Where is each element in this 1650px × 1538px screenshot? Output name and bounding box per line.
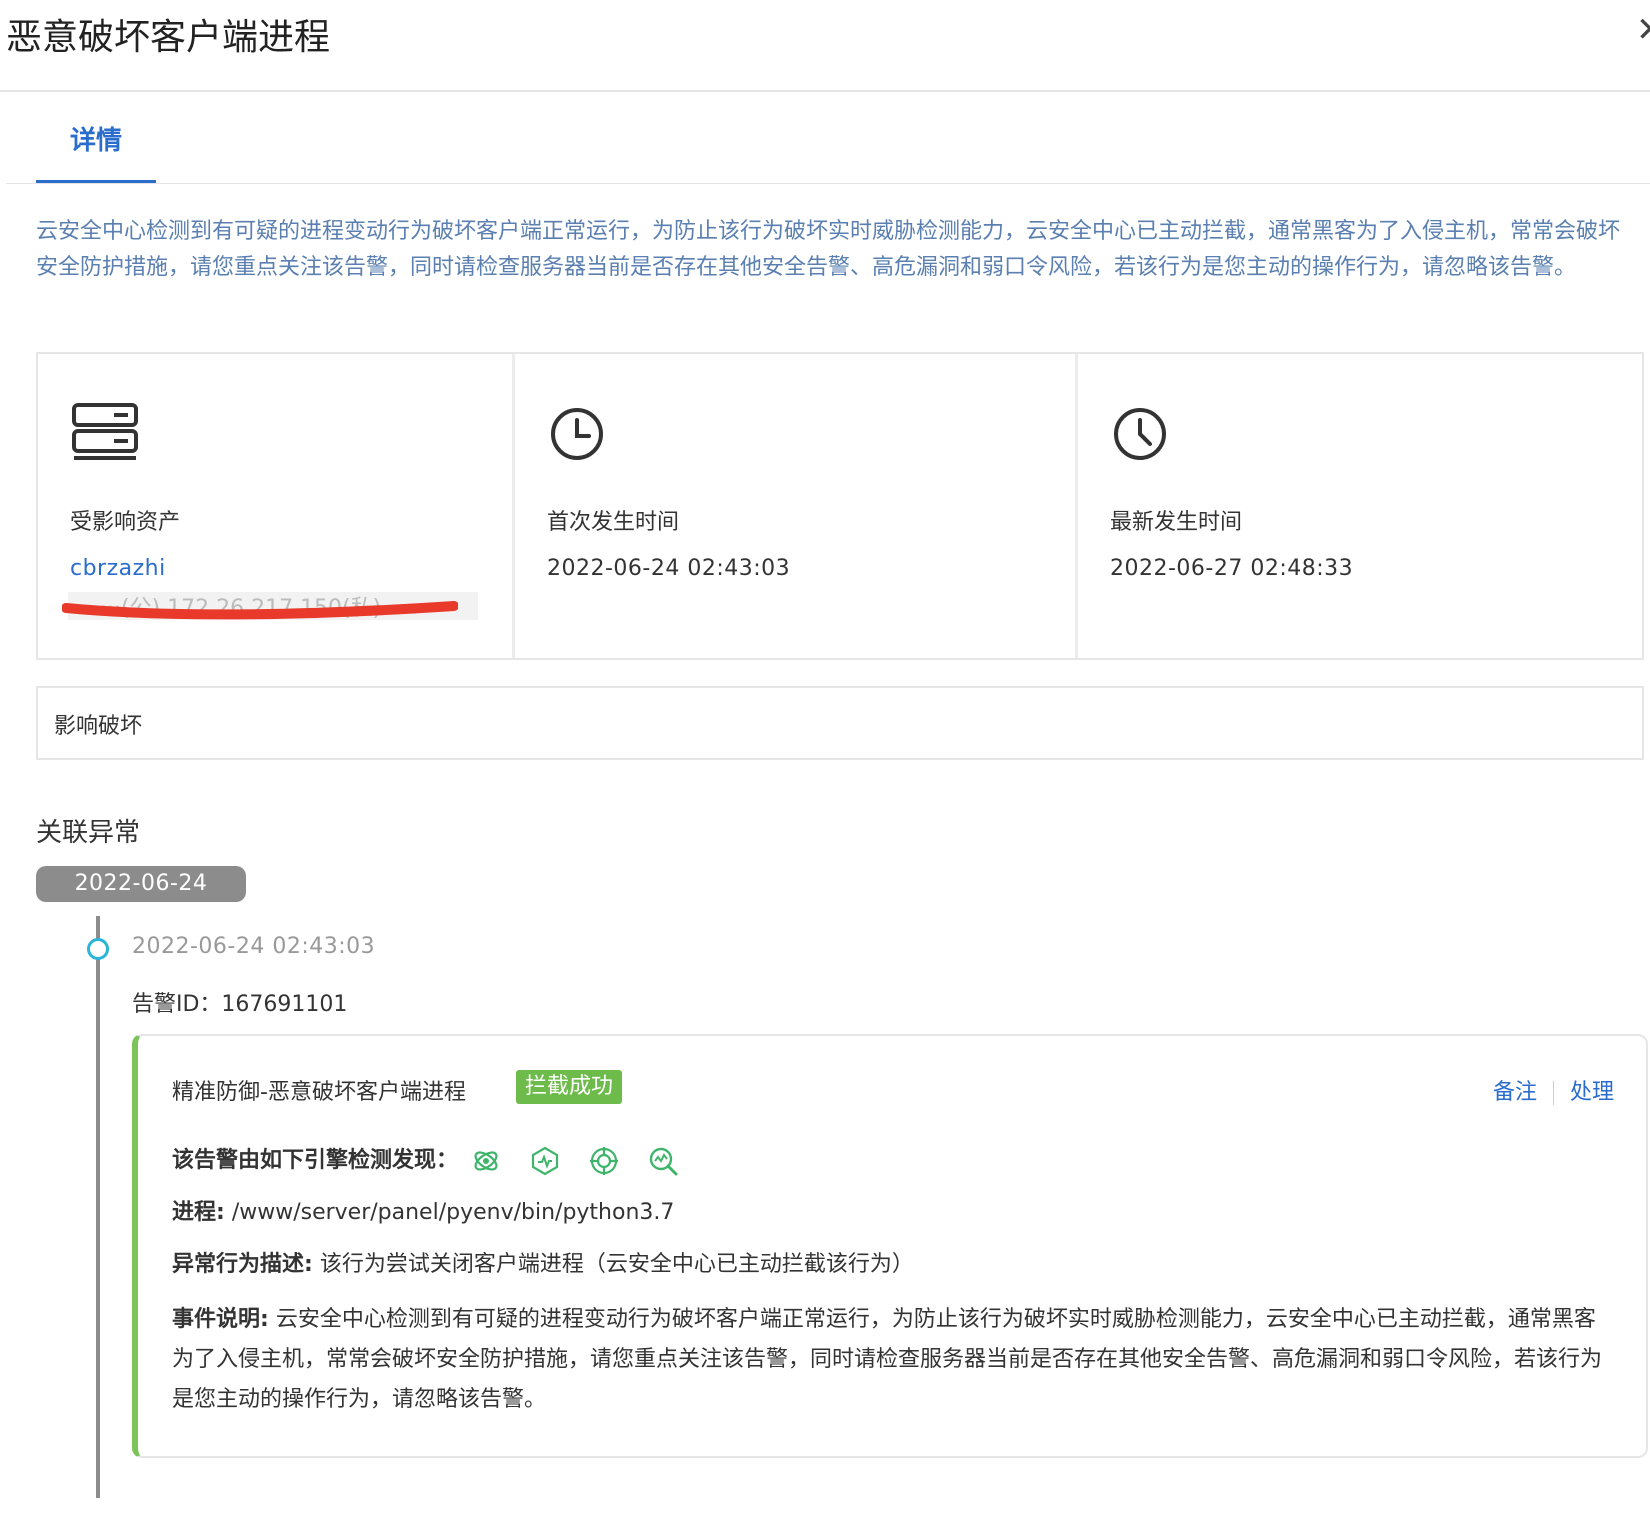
- summary-cards: 受影响资产 cbrzazhi ·······(公) 172.26.217.150…: [36, 352, 1644, 660]
- engine-icons: [471, 1146, 700, 1176]
- first-occurrence-card: 首次发生时间 2022-06-24 02:43:03: [515, 354, 1078, 658]
- event-time: 2022-06-24 02:43:03: [132, 934, 376, 959]
- engines-label: 该告警由如下引擎检测发现：: [172, 1148, 459, 1173]
- timeline-line: [96, 916, 100, 1498]
- behavior-value: 该行为尝试关闭客户端进程（云安全中心已主动拦截该行为）: [319, 1252, 914, 1277]
- handle-button[interactable]: 处理: [1570, 1080, 1614, 1105]
- redaction-mark: [61, 600, 459, 626]
- timeline-dot: [87, 938, 109, 960]
- latest-occurrence-card: 最新发生时间 2022-06-27 02:48:33: [1078, 354, 1642, 658]
- analysis-engine-icon[interactable]: [648, 1146, 678, 1176]
- rule-engine-icon[interactable]: [530, 1146, 560, 1176]
- note-button[interactable]: 备注: [1493, 1080, 1537, 1105]
- asset-name[interactable]: cbrzazhi: [70, 556, 166, 581]
- clock-icon: [1112, 406, 1168, 466]
- alert-title: 精准防御-恶意破坏客户端进程: [172, 1080, 466, 1105]
- related-anomalies-title: 关联异常: [36, 818, 141, 848]
- process-row: 进程: /www/server/panel/pyenv/bin/python3.…: [172, 1194, 674, 1226]
- tab-details-label: 详情: [70, 126, 123, 156]
- engines-row: 该告警由如下引擎检测发现：: [172, 1142, 700, 1176]
- first-time-value: 2022-06-24 02:43:03: [547, 556, 791, 581]
- first-time-label: 首次发生时间: [547, 510, 680, 535]
- behavior-row: 异常行为描述: 该行为尝试关闭客户端进程（云安全中心已主动拦截该行为）: [172, 1246, 914, 1278]
- alert-card: 精准防御-恶意破坏客户端进程 拦截成功 备注 处理 该告警由如下引擎检测发现：: [132, 1034, 1648, 1458]
- close-icon[interactable]: ✕: [1636, 10, 1650, 50]
- asset-label: 受影响资产: [70, 510, 181, 535]
- action-separator: [1552, 1081, 1554, 1105]
- behavior-engine-icon[interactable]: [471, 1146, 501, 1176]
- alert-intro-text: 云安全中心检测到有可疑的进程变动行为破坏客户端正常运行，为防止该行为破坏实时威胁…: [36, 219, 1621, 280]
- event-description: 事件说明: 云安全中心检测到有可疑的进程变动行为破坏客户端正常运行，为防止该行为…: [172, 1300, 1612, 1420]
- alert-id: 告警ID：167691101: [132, 992, 348, 1017]
- alert-actions: 备注 处理: [1493, 1074, 1614, 1106]
- impact-label: 影响破坏: [54, 714, 143, 739]
- status-badge: 拦截成功: [516, 1070, 623, 1104]
- process-label: 进程:: [172, 1200, 225, 1225]
- event-description-text: 云安全中心检测到有可疑的进程变动行为破坏客户端正常运行，为防止该行为破坏实时威胁…: [172, 1307, 1603, 1412]
- event-description-label: 事件说明:: [172, 1307, 269, 1332]
- date-group-badge: 2022-06-24: [36, 866, 246, 902]
- tab-details[interactable]: 详情: [36, 100, 156, 184]
- dialog-header: 恶意破坏客户端进程 ✕: [0, 0, 1650, 92]
- impact-panel: 影响破坏: [36, 686, 1644, 760]
- asset-name-link[interactable]: cbrzazhi: [70, 556, 166, 581]
- tabs-divider: [6, 183, 1650, 184]
- affected-asset-card: 受影响资产 cbrzazhi ·······(公) 172.26.217.150…: [38, 354, 515, 658]
- behavior-label: 异常行为描述:: [172, 1252, 313, 1277]
- dialog-title: 恶意破坏客户端进程: [6, 17, 331, 58]
- clock-icon: [549, 406, 605, 466]
- target-engine-icon[interactable]: [589, 1146, 619, 1176]
- process-value: /www/server/panel/pyenv/bin/python3.7: [231, 1200, 675, 1225]
- latest-time-value: 2022-06-27 02:48:33: [1110, 556, 1354, 581]
- server-icon: [72, 402, 140, 466]
- latest-time-label: 最新发生时间: [1110, 510, 1243, 535]
